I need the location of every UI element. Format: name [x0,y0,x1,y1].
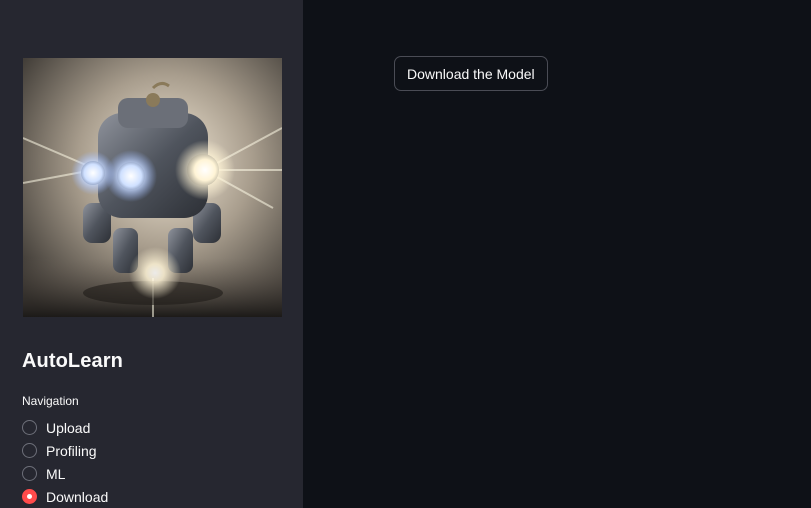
nav-option-label: ML [46,465,66,482]
nav-option-upload[interactable]: Upload [22,416,108,439]
radio-button-icon[interactable] [22,420,37,435]
main-content: Download the Model [303,0,811,508]
nav-option-label: Upload [46,419,91,436]
navigation-label: Navigation [22,394,79,408]
nav-option-download[interactable]: Download [22,485,108,508]
app-window: AutoLearn Navigation Upload Profiling ML… [0,0,811,508]
nav-option-label: Profiling [46,442,97,459]
robot-image [23,58,282,317]
download-model-button[interactable]: Download the Model [394,56,548,91]
nav-option-ml[interactable]: ML [22,462,108,485]
nav-option-profiling[interactable]: Profiling [22,439,108,462]
radio-button-icon[interactable] [22,443,37,458]
nav-option-label: Download [46,488,109,505]
app-title: AutoLearn [22,350,123,372]
navigation-radio-group: Upload Profiling ML Download [22,416,108,508]
radio-button-selected-icon[interactable] [22,489,37,504]
radio-button-icon[interactable] [22,466,37,481]
sidebar: AutoLearn Navigation Upload Profiling ML… [0,0,303,508]
